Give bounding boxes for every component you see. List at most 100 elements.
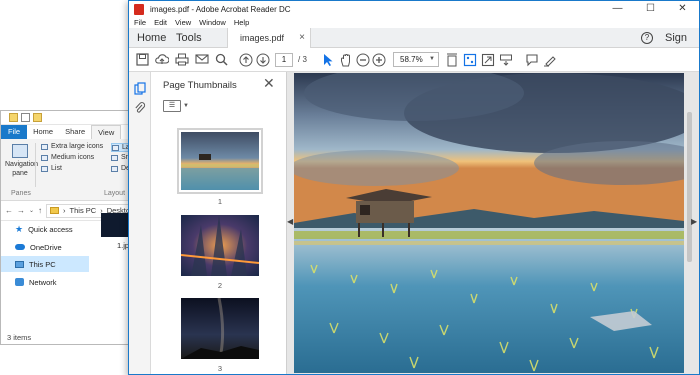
highlight-pen-icon[interactable] xyxy=(543,53,557,67)
hand-tool-icon[interactable] xyxy=(339,53,353,67)
page-thumbnail-3[interactable] xyxy=(181,297,259,359)
top-tab-bar: Home Tools images.pdf × ? Sign In xyxy=(129,28,699,64)
tab-document[interactable]: images.pdf × xyxy=(227,28,311,49)
zoom-in-icon[interactable] xyxy=(372,53,386,67)
close-panel-icon[interactable]: ✕ xyxy=(263,75,275,92)
paperclip-icon[interactable] xyxy=(134,102,146,114)
expand-right-arrow-icon[interactable]: ▶ xyxy=(691,217,697,226)
read-mode-icon[interactable] xyxy=(463,53,477,67)
tab-share[interactable]: Share xyxy=(59,125,91,139)
nav-item-network[interactable]: Network xyxy=(1,274,89,290)
document-tab-label: images.pdf xyxy=(240,33,285,43)
tab-tools[interactable]: Tools xyxy=(176,28,202,48)
nav-item-label: Quick access xyxy=(28,224,73,234)
sign-in-button[interactable]: Sign In xyxy=(665,28,699,64)
acrobat-window[interactable]: images.pdf - Adobe Acrobat Reader DC — ☐… xyxy=(128,0,700,375)
checkbox-icon xyxy=(21,113,30,122)
navigation-tree: ★ Quick access OneDrive This PC Network xyxy=(1,221,89,331)
breadcrumb-separator: › xyxy=(63,206,66,215)
select-cursor-icon[interactable] xyxy=(321,53,335,67)
comment-icon[interactable] xyxy=(525,53,539,67)
collapse-left-arrow-icon[interactable]: ◀ xyxy=(287,217,293,226)
back-arrow-icon[interactable]: ← xyxy=(5,206,13,215)
menu-help[interactable]: Help xyxy=(234,17,249,28)
full-screen-icon[interactable] xyxy=(481,53,495,67)
thumbnail-options-icon[interactable]: ☰ xyxy=(163,100,181,112)
page-thumbnail-2[interactable] xyxy=(180,215,260,276)
next-page-icon[interactable] xyxy=(256,53,270,67)
page-total: / 3 xyxy=(298,55,307,64)
page-thumbnails-icon[interactable] xyxy=(134,82,146,95)
layout-extra-large-icons[interactable]: Extra large icons xyxy=(41,143,103,150)
menu-file[interactable]: File xyxy=(134,17,146,28)
computer-icon xyxy=(15,260,24,268)
star-icon: ★ xyxy=(15,223,24,234)
nav-item-label: This PC xyxy=(29,259,56,269)
pdf-file-icon xyxy=(134,3,144,15)
vertical-scrollbar[interactable] xyxy=(687,112,692,262)
scroll-mode-icon[interactable] xyxy=(499,53,513,67)
explorer-titlebar[interactable] xyxy=(1,111,131,125)
close-tab-icon[interactable]: × xyxy=(299,28,305,48)
medium-icons-icon xyxy=(41,154,48,161)
small-icons-icon xyxy=(111,154,118,161)
ribbon-divider xyxy=(35,143,36,187)
chevron-down-icon[interactable]: ▼ xyxy=(183,103,189,109)
nav-item-quick-access[interactable]: ★ Quick access xyxy=(1,221,89,237)
help-icon[interactable]: ? xyxy=(641,32,653,44)
tab-file[interactable]: File xyxy=(1,125,28,139)
close-button[interactable]: ✕ xyxy=(666,1,699,17)
search-icon[interactable] xyxy=(214,53,228,67)
file-explorer-window[interactable]: File Home Share View Navigation pane Ext… xyxy=(0,110,132,345)
layout-medium-icons[interactable]: Medium icons xyxy=(41,154,94,161)
navigation-pane-icon xyxy=(12,144,28,158)
tab-home[interactable]: Home xyxy=(27,125,59,139)
tab-view[interactable]: View xyxy=(91,125,122,139)
folder-icon xyxy=(33,113,42,122)
acrobat-titlebar[interactable]: images.pdf - Adobe Acrobat Reader DC — ☐… xyxy=(129,1,699,17)
page-number-input[interactable]: 1 xyxy=(275,53,293,67)
menu-edit[interactable]: Edit xyxy=(154,17,167,28)
document-view[interactable]: ◀ ▶ xyxy=(287,72,699,374)
nav-item-this-pc[interactable]: This PC xyxy=(1,256,89,272)
tab-home[interactable]: Home xyxy=(137,28,166,48)
fit-page-icon[interactable] xyxy=(445,53,459,67)
nav-item-label: OneDrive xyxy=(30,242,62,252)
zoom-level-dropdown[interactable]: 58.7% ▼ xyxy=(393,52,439,67)
forward-arrow-icon[interactable]: → xyxy=(17,206,25,215)
layout-label: Extra large icons xyxy=(51,143,104,150)
window-title: images.pdf - Adobe Acrobat Reader DC xyxy=(150,4,291,14)
chevron-down-icon[interactable]: ⌄ xyxy=(29,207,34,214)
details-icon xyxy=(111,165,118,172)
print-icon[interactable] xyxy=(175,53,189,67)
menu-view[interactable]: View xyxy=(175,17,191,28)
email-icon[interactable] xyxy=(195,53,209,67)
cloud-icon xyxy=(15,244,25,250)
status-item-count: 3 items xyxy=(7,333,32,342)
thumbnail-label: 2 xyxy=(217,281,223,290)
zoom-out-icon[interactable] xyxy=(356,53,370,67)
layout-label: List xyxy=(51,165,62,172)
save-icon[interactable] xyxy=(135,53,149,67)
navigation-pane-button[interactable]: Navigation pane xyxy=(5,144,38,178)
extra-large-icons-icon xyxy=(41,143,48,150)
cloud-upload-icon[interactable] xyxy=(155,53,170,67)
maximize-button[interactable]: ☐ xyxy=(634,1,667,17)
layout-label: Medium icons xyxy=(51,154,95,161)
group-label-layout: Layout xyxy=(104,190,126,197)
minimize-button[interactable]: — xyxy=(601,1,634,17)
folder-icon xyxy=(50,207,60,214)
large-icons-icon xyxy=(112,144,119,151)
up-arrow-icon[interactable]: ↑ xyxy=(38,206,42,215)
breadcrumb-this-pc[interactable]: This PC xyxy=(70,206,97,215)
previous-page-icon[interactable] xyxy=(239,53,253,67)
left-tool-rail xyxy=(129,72,151,374)
nav-item-onedrive[interactable]: OneDrive xyxy=(1,239,89,255)
menu-window[interactable]: Window xyxy=(199,17,226,28)
page-thumbnail-1[interactable] xyxy=(177,128,263,194)
thumbnail-label: 3 xyxy=(217,364,223,373)
menu-bar: File Edit View Window Help xyxy=(129,17,699,28)
group-label-panes: Panes xyxy=(11,190,31,197)
explorer-ribbon: Navigation pane Extra large icons Medium… xyxy=(1,139,131,201)
layout-list[interactable]: List xyxy=(41,165,62,172)
